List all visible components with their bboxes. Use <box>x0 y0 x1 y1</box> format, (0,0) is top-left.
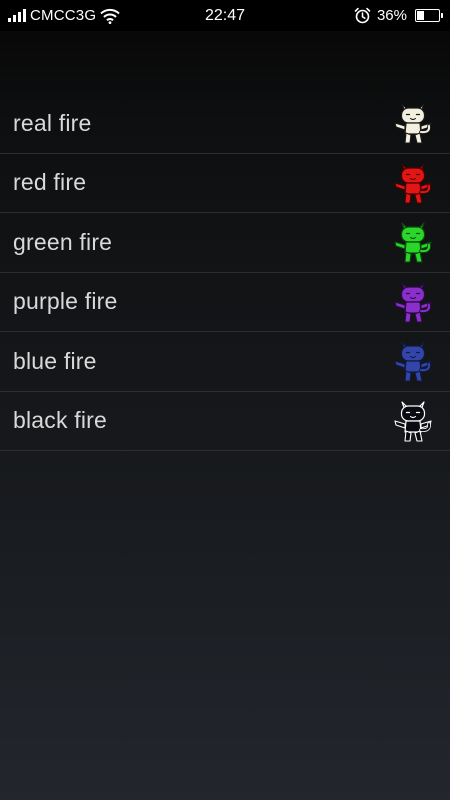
list-item-green-fire[interactable]: green fire <box>0 213 450 273</box>
alarm-clock-icon <box>354 7 371 24</box>
status-bar: CMCC3G 22:47 36% <box>0 0 450 31</box>
battery-level-fill <box>417 11 425 20</box>
list-item-label: real fire <box>13 109 92 136</box>
cat-icon <box>394 163 432 204</box>
battery-icon <box>415 9 443 22</box>
list-item-real-fire[interactable]: real fire <box>0 94 450 154</box>
fire-list: real fire red fire green fire purple fir… <box>0 94 450 451</box>
list-item-purple-fire[interactable]: purple fire <box>0 273 450 332</box>
list-item-label: green fire <box>13 228 113 255</box>
list-item-blue-fire[interactable]: blue fire <box>0 332 450 392</box>
cat-icon <box>394 341 432 382</box>
cat-icon <box>394 222 432 263</box>
list-item-black-fire[interactable]: black fire <box>0 392 450 451</box>
battery-percent: 36% <box>376 7 407 24</box>
list-item-label: red fire <box>13 169 87 196</box>
cat-icon <box>394 103 432 144</box>
list-item-label: black fire <box>13 407 108 434</box>
cat-icon <box>394 282 432 323</box>
list-item-label: purple fire <box>13 288 118 315</box>
list-item-label: blue fire <box>13 347 97 374</box>
status-right: 36% <box>354 7 443 24</box>
list-item-red-fire[interactable]: red fire <box>0 154 450 213</box>
cat-icon <box>394 401 432 442</box>
